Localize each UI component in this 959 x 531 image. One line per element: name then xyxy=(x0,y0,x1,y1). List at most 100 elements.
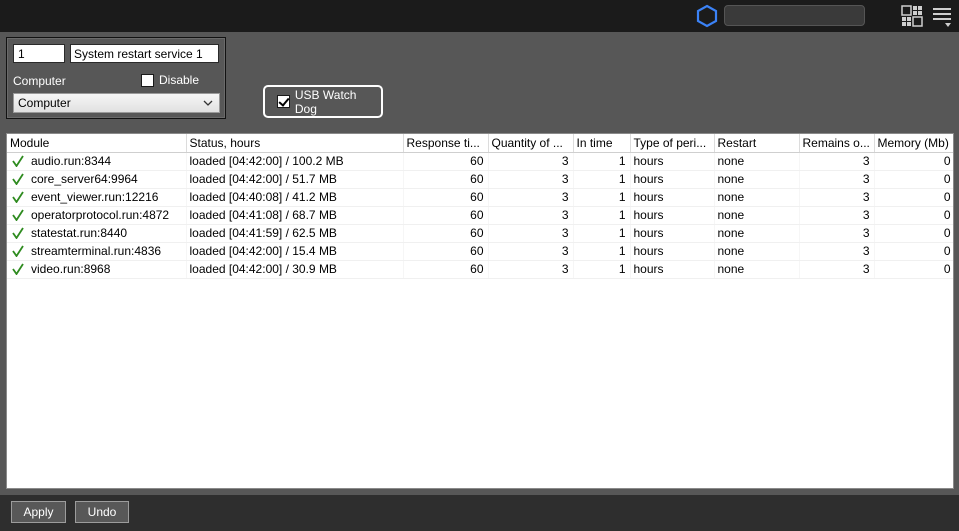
table-cell: 0 xyxy=(874,260,953,279)
module-cell: video.run:8968 xyxy=(7,260,187,279)
table-cell: loaded [04:40:08] / 41.2 MB xyxy=(186,188,404,207)
apply-button[interactable]: Apply xyxy=(11,501,66,523)
computer-select[interactable]: Computer xyxy=(13,93,220,113)
module-name: statestat.run:8440 xyxy=(31,226,128,240)
column-header-status[interactable]: Status, hours xyxy=(186,134,404,153)
column-header-response-time[interactable]: Response ti... xyxy=(403,134,489,153)
table-cell: none xyxy=(714,206,800,225)
table-cell: hours xyxy=(630,242,715,261)
table-row[interactable]: operatorprotocol.run:4872 loaded [04:41:0… xyxy=(7,206,953,225)
table-row[interactable]: streamterminal.run:4836 loaded [04:42:00]… xyxy=(7,242,953,261)
table-cell: 60 xyxy=(403,188,489,207)
module-cell-content: video.run:8968 xyxy=(10,262,183,276)
disable-label: Disable xyxy=(159,73,200,87)
check-icon xyxy=(12,155,24,167)
usb-watchdog-option[interactable]: USB Watch Dog xyxy=(263,85,383,118)
disable-checkbox[interactable]: Disable xyxy=(141,73,199,87)
module-cell: statestat.run:8440 xyxy=(7,224,187,243)
layout-icon[interactable] xyxy=(901,5,923,27)
module-name: audio.run:8344 xyxy=(31,154,112,168)
table-cell: 1 xyxy=(573,260,631,279)
table-cell: 1 xyxy=(573,224,631,243)
column-header-memory[interactable]: Memory (Mb) xyxy=(874,134,953,153)
table-row[interactable]: statestat.run:8440 loaded [04:41:59] / 62… xyxy=(7,224,953,243)
table-cell: 60 xyxy=(403,242,489,261)
module-name: operatorprotocol.run:4872 xyxy=(31,208,170,222)
undo-button[interactable]: Undo xyxy=(75,501,129,523)
check-icon xyxy=(12,245,24,257)
table-row[interactable]: video.run:8968 loaded [04:42:00] / 30.9 M… xyxy=(7,260,953,279)
module-name: event_viewer.run:12216 xyxy=(31,190,159,204)
table-cell: loaded [04:42:00] / 15.4 MB xyxy=(186,242,404,261)
column-header-restart[interactable]: Restart xyxy=(714,134,800,153)
table-cell: 3 xyxy=(799,152,875,171)
check-icon xyxy=(12,209,24,221)
table-row[interactable]: audio.run:8344 loaded [04:42:00] / 100.2 … xyxy=(7,152,953,171)
table-cell: 3 xyxy=(488,206,574,225)
module-cell-content: operatorprotocol.run:4872 xyxy=(10,208,183,222)
module-cell: event_viewer.run:12216 xyxy=(7,188,187,207)
table-cell: hours xyxy=(630,152,715,171)
column-header-module[interactable]: Module xyxy=(7,134,187,153)
disable-checkbox-box[interactable] xyxy=(141,73,154,87)
check-icon xyxy=(12,227,24,239)
usb-watchdog-checkbox[interactable] xyxy=(277,95,290,108)
table-cell: 1 xyxy=(573,206,631,225)
table-cell: hours xyxy=(630,188,715,207)
table-cell: loaded [04:41:08] / 68.7 MB xyxy=(186,206,404,225)
table-cell: 3 xyxy=(799,188,875,207)
table-cell: 1 xyxy=(573,242,631,261)
table-cell: 60 xyxy=(403,152,489,171)
table-cell: 3 xyxy=(799,224,875,243)
module-cell-content: audio.run:8344 xyxy=(10,154,183,168)
table-cell: 1 xyxy=(573,152,631,171)
table-cell: 1 xyxy=(573,188,631,207)
module-name: video.run:8968 xyxy=(31,262,111,276)
module-cell: streamterminal.run:4836 xyxy=(7,242,187,261)
module-cell: core_server64:9964 xyxy=(7,170,187,189)
bottom-bar: Apply Undo xyxy=(0,495,959,531)
id-field[interactable] xyxy=(13,44,65,63)
table-cell: 0 xyxy=(874,152,953,171)
table-row[interactable]: core_server64:9964 loaded [04:42:00] / 51… xyxy=(7,170,953,189)
table-cell: 0 xyxy=(874,188,953,207)
module-cell: audio.run:8344 xyxy=(7,152,187,171)
module-cell-content: event_viewer.run:12216 xyxy=(10,190,183,204)
table-cell: loaded [04:42:00] / 100.2 MB xyxy=(186,152,404,171)
name-field[interactable] xyxy=(70,44,219,63)
chevron-down-icon xyxy=(203,100,213,106)
usb-watchdog-label: USB Watch Dog xyxy=(294,87,357,116)
column-header-remains[interactable]: Remains o... xyxy=(799,134,875,153)
module-name: core_server64:9964 xyxy=(31,172,138,186)
table-cell: 3 xyxy=(488,188,574,207)
table-cell: 3 xyxy=(799,242,875,261)
menu-icon[interactable] xyxy=(932,6,952,28)
column-header-type-of-period[interactable]: Type of peri... xyxy=(630,134,715,153)
table-cell: loaded [04:42:00] / 51.7 MB xyxy=(186,170,404,189)
table-cell: loaded [04:42:00] / 30.9 MB xyxy=(186,260,404,279)
module-cell-content: core_server64:9964 xyxy=(10,172,183,186)
table-cell: none xyxy=(714,242,800,261)
table-cell: 3 xyxy=(488,152,574,171)
table-cell: hours xyxy=(630,206,715,225)
table-cell: none xyxy=(714,188,800,207)
search-input[interactable] xyxy=(724,5,865,26)
table-cell: 0 xyxy=(874,170,953,189)
table-cell: hours xyxy=(630,260,715,279)
module-name: streamterminal.run:4836 xyxy=(31,244,162,258)
table-cell: 60 xyxy=(403,260,489,279)
table-row[interactable]: event_viewer.run:12216 loaded [04:40:08] … xyxy=(7,188,953,207)
table-cell: 1 xyxy=(573,170,631,189)
column-header-in-time[interactable]: In time xyxy=(573,134,631,153)
column-header-quantity[interactable]: Quantity of ... xyxy=(488,134,574,153)
table-cell: 3 xyxy=(488,170,574,189)
table-header-row: Module Status, hours Response ti... Quan… xyxy=(7,134,953,153)
table-cell: 3 xyxy=(799,170,875,189)
table-cell: 3 xyxy=(488,260,574,279)
hexagon-icon[interactable] xyxy=(696,4,718,28)
module-cell-content: statestat.run:8440 xyxy=(10,226,183,240)
table-cell: 0 xyxy=(874,242,953,261)
table-cell: 3 xyxy=(488,224,574,243)
table-cell: 0 xyxy=(874,206,953,225)
check-icon xyxy=(12,191,24,203)
